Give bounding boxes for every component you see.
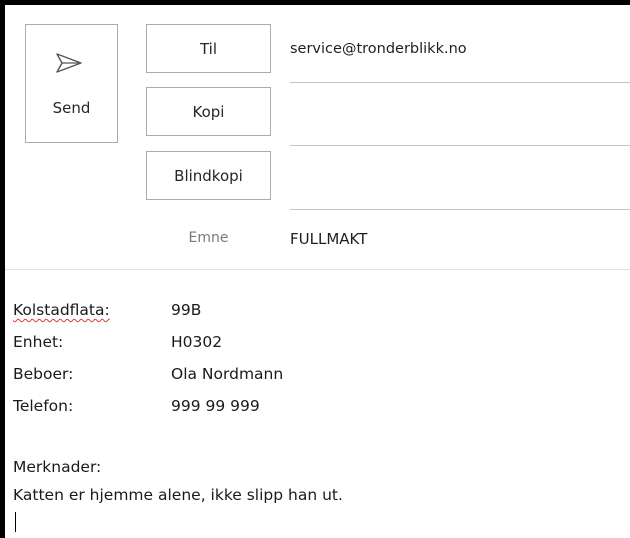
- cc-field[interactable]: [290, 94, 630, 146]
- subject-field[interactable]: FULLMAKT: [290, 230, 367, 248]
- cc-button[interactable]: Kopi: [146, 87, 271, 136]
- bcc-field[interactable]: [290, 158, 630, 210]
- field-value: H0302: [171, 333, 223, 351]
- send-label: Send: [52, 99, 91, 117]
- field-value: 999 99 999: [171, 397, 260, 415]
- subject-label: Emne: [188, 230, 229, 246]
- remarks-label: Merknader:: [13, 458, 102, 476]
- body-line: Kolstadflata: 99B: [13, 301, 201, 319]
- to-value: service@tronderblikk.no: [290, 41, 467, 57]
- bcc-button[interactable]: Blindkopi: [146, 151, 271, 200]
- field-label: Enhet:: [13, 333, 64, 351]
- header-divider: [5, 269, 630, 270]
- send-button[interactable]: Send: [25, 24, 118, 143]
- to-field[interactable]: [290, 31, 630, 83]
- field-label: Kolstadflata:: [13, 301, 110, 319]
- field-label: Beboer:: [13, 365, 74, 383]
- body-line: Beboer: Ola Nordmann: [13, 365, 283, 383]
- body-line: Telefon: 999 99 999: [13, 397, 260, 415]
- compose-window: Send Til Kopi Blindkopi service@tronderb…: [5, 5, 630, 538]
- paper-plane-icon: [56, 53, 82, 73]
- remarks-text: Katten er hjemme alene, ikke slipp han u…: [13, 486, 343, 504]
- field-value: Ola Nordmann: [171, 365, 284, 383]
- text-cursor: [15, 512, 16, 532]
- field-value: 99B: [171, 301, 202, 319]
- to-button[interactable]: Til: [146, 24, 271, 73]
- field-label: Telefon:: [13, 397, 74, 415]
- body-line: Enhet: H0302: [13, 333, 222, 351]
